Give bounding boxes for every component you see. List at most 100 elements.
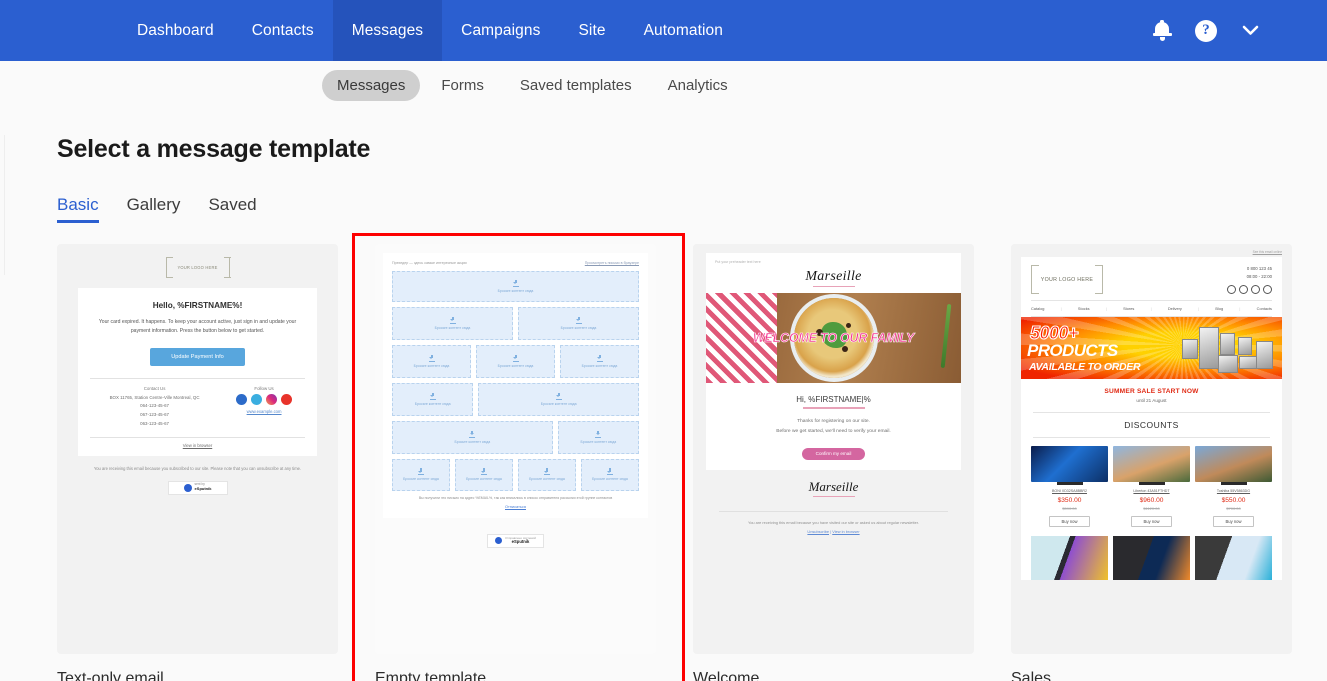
drop-zone: Бросьте контент сюда xyxy=(478,383,639,416)
nav-item-site[interactable]: Site xyxy=(559,0,624,61)
drop-text: Бросьте контент сюда xyxy=(434,325,471,330)
drop-text: Бросьте контент сюда xyxy=(581,363,618,368)
template-cell-empty-template: Прехедер — здесь самые интересные акции … xyxy=(352,233,685,681)
nav-item-contacts[interactable]: Contacts xyxy=(233,0,333,61)
download-icon xyxy=(512,354,519,362)
notifications-button[interactable] xyxy=(1140,0,1184,61)
email-body: Hello, %FIRSTNAME%! Your card expired. I… xyxy=(78,288,317,457)
drop-zone: Бросьте контент сюда xyxy=(392,459,450,491)
download-icon xyxy=(469,430,476,438)
drop-text: Бросьте контент сюда xyxy=(560,325,597,330)
tab-forms[interactable]: Forms xyxy=(426,70,499,101)
contact-heading: Contact Us xyxy=(143,385,166,391)
tab-saved-templates[interactable]: Saved templates xyxy=(505,70,647,101)
product-name: Toshiba 55V5863DG xyxy=(1216,489,1251,494)
page-content: Select a message template Basic Gallery … xyxy=(0,135,1327,681)
badge-wrapper: Отправлено системой eSputnik xyxy=(383,518,648,549)
bell-icon xyxy=(1152,19,1172,41)
download-icon xyxy=(575,316,582,324)
template-card-sales[interactable]: See this email online YOUR LOGO HERE 0 8… xyxy=(1011,244,1292,654)
drop-zone: Бросьте контент сюда xyxy=(560,345,639,378)
nav-label: Site xyxy=(578,21,606,39)
product-old-price: $1120.00 xyxy=(1143,506,1160,512)
top-navigation-bar: Dashboard Contacts Messages Campaigns Si… xyxy=(0,0,1327,61)
template-label-empty-template: Empty template xyxy=(375,670,487,681)
product-card: Liberton 43A51FTHDT $960.00 $1120.00 Buy… xyxy=(1113,446,1190,528)
template-card-empty-template[interactable]: Прехедер — здесь самые интересные акции … xyxy=(375,244,656,654)
nav-item-messages[interactable]: Messages xyxy=(332,0,443,61)
drop-text: Бросьте контент сюда xyxy=(403,477,439,482)
nav-item-campaigns[interactable]: Campaigns xyxy=(442,0,559,61)
download-icon xyxy=(544,468,550,476)
logo-placeholder: YOUR LOGO HERE xyxy=(165,257,230,278)
brand-footer-underline xyxy=(812,495,855,497)
greeting-text: Hi, %FIRSTNAME|% xyxy=(796,395,871,405)
view-in-browser-link: View in browser xyxy=(832,528,860,534)
drop-text: Бросьте контент сюда xyxy=(414,401,451,406)
greeting-underline xyxy=(802,407,865,409)
download-icon xyxy=(418,468,424,476)
drop-zone: Бросьте контент сюда xyxy=(392,421,553,454)
nav-label: Dashboard xyxy=(137,21,214,39)
brand-underline xyxy=(812,286,855,288)
social-icons xyxy=(1227,285,1272,295)
appliance-3 xyxy=(1220,333,1235,356)
nav-label: Automation xyxy=(643,21,723,39)
phone-1: 064-123-45-67 xyxy=(140,403,169,409)
twitter-icon xyxy=(1239,285,1248,295)
sales-header: YOUR LOGO HERE 0 800 123 45 08:00 - 22:0… xyxy=(1021,257,1282,295)
download-icon xyxy=(429,392,436,400)
drop-zone: Бросьте контент сюда xyxy=(392,271,639,302)
tab-analytics[interactable]: Analytics xyxy=(653,70,743,101)
download-icon xyxy=(607,468,613,476)
buy-now-button: Buy now xyxy=(1049,516,1090,528)
chevron-down-icon xyxy=(1242,25,1258,35)
appliance-5 xyxy=(1238,337,1252,356)
menu-separator: | xyxy=(1060,306,1062,312)
discounts-heading: DISCOUNTS xyxy=(1124,420,1179,431)
main-nav-items: Dashboard Contacts Messages Campaigns Si… xyxy=(118,0,742,61)
menu-separator: | xyxy=(1150,306,1152,312)
filter-tab-basic[interactable]: Basic xyxy=(57,195,99,223)
instagram-icon xyxy=(1251,285,1260,295)
account-menu-button[interactable] xyxy=(1228,0,1272,61)
drop-zone: Бросьте контент сюда xyxy=(392,307,513,340)
drop-zone: Бросьте контент сюда xyxy=(518,459,576,491)
product-name: BONI XD32SA8BBR2 xyxy=(1052,489,1087,494)
filter-tab-gallery[interactable]: Gallery xyxy=(127,195,181,223)
filter-tab-saved[interactable]: Saved xyxy=(208,195,256,223)
template-card-welcome[interactable]: Put your preheader text here Marseille W… xyxy=(693,244,974,654)
download-icon xyxy=(428,354,435,362)
contact-column: Contact Us BOX 11765, Station Centre-Vil… xyxy=(88,386,221,428)
drop-zone: Бросьте контент сюда xyxy=(581,459,639,491)
help-icon: ? xyxy=(1195,19,1217,42)
nav-item-automation[interactable]: Automation xyxy=(625,0,742,61)
drop-zone: Бросьте контент сюда xyxy=(518,307,639,340)
product-name: Liberton 43A51FTHDT xyxy=(1133,489,1170,494)
product-list: BONI XD32SA8BBR2 $350.00 $590.00 Buy now… xyxy=(1021,438,1282,528)
drop-text: Бросьте контент сюда xyxy=(454,439,491,444)
download-icon xyxy=(595,430,602,438)
preheader-text: Put your preheader text here xyxy=(715,260,761,264)
nav-item-dashboard[interactable]: Dashboard xyxy=(118,0,233,61)
see-online-link: See this email online xyxy=(1252,250,1282,254)
sales-preview: See this email online YOUR LOGO HERE 0 8… xyxy=(1011,244,1292,581)
drop-text: Бросьте контент сюда xyxy=(413,363,450,368)
drop-zone: Бросьте контент сюда xyxy=(392,383,474,416)
twitter-icon xyxy=(251,393,263,405)
banner-line-3: AVAILABLE TO ORDER xyxy=(1029,361,1141,374)
phone-3: 063-123-45-67 xyxy=(140,420,169,426)
template-cell-welcome: Put your preheader text here Marseille W… xyxy=(693,244,974,681)
help-button[interactable]: ? xyxy=(1184,0,1228,61)
buy-now-button: Buy now xyxy=(1131,516,1172,528)
template-filter-tabs: Basic Gallery Saved xyxy=(57,195,1327,223)
welcome-preview: Put your preheader text here Marseille W… xyxy=(693,244,974,534)
banner-line-2: PRODUCTS xyxy=(1027,341,1118,361)
email-paragraph: Your card expired. It happens. To keep y… xyxy=(98,319,297,335)
template-card-text-only-email[interactable]: YOUR LOGO HERE Hello, %FIRSTNAME%! Your … xyxy=(57,244,338,654)
tab-messages[interactable]: Messages xyxy=(322,70,421,101)
contact-block: 0 800 123 45 08:00 - 22:00 xyxy=(1227,265,1272,295)
product-old-price: $700.00 xyxy=(1226,506,1241,512)
welcome-body-line-1: Thanks for registering on our site. xyxy=(797,418,870,424)
download-icon xyxy=(449,316,456,324)
